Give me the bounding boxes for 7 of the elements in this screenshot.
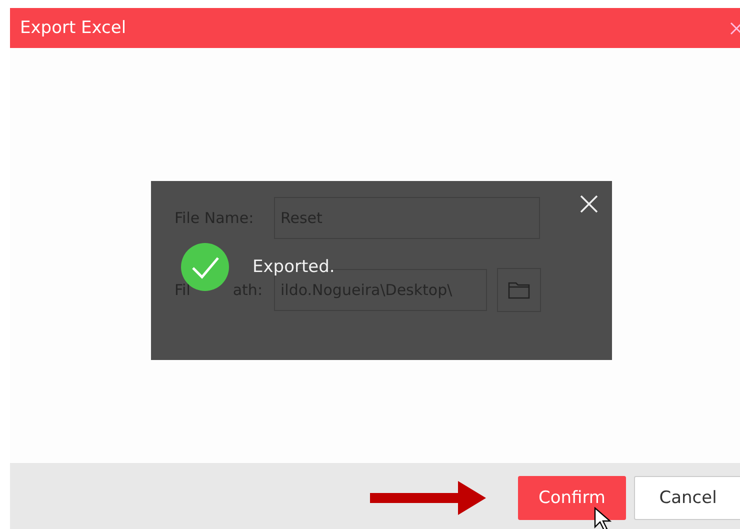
arrow-icon [370, 481, 486, 515]
cursor-icon [594, 507, 612, 529]
folder-icon [508, 281, 530, 299]
confirm-button[interactable]: Confirm [518, 476, 626, 520]
cancel-button[interactable]: Cancel [634, 476, 740, 520]
browse-button[interactable] [496, 268, 540, 312]
window-title: Export Excel [20, 18, 126, 38]
